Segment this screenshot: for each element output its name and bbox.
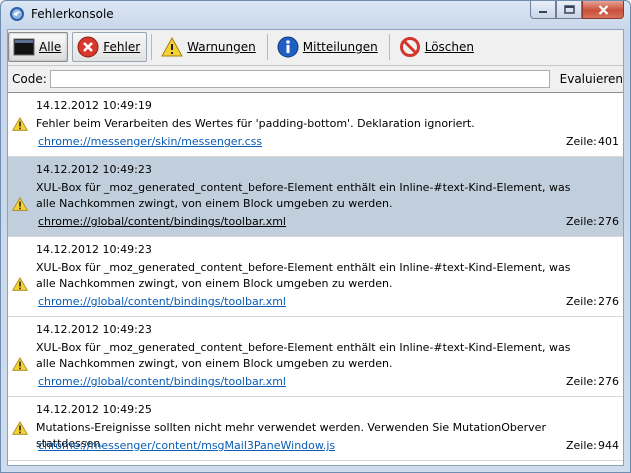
clear-label: Löschen [424,40,474,54]
entry-source-link[interactable]: chrome://messenger/skin/messenger.css [38,135,262,148]
window-title: Fehlerkonsole [31,7,114,21]
entry-line-number: 276 [598,375,619,388]
clear-button[interactable]: Löschen [394,32,481,62]
info-icon [277,36,299,58]
code-input[interactable] [49,70,550,88]
entry-timestamp: 14.12.2012 10:49:19 [36,99,152,112]
entry-line-label: Zeile: [566,375,597,388]
code-label: Code: [12,72,47,86]
all-icon [13,36,35,58]
filter-errors-label: Fehler [103,40,141,54]
restore-icon [563,5,575,14]
entry-timestamp: 14.12.2012 10:49:23 [36,243,152,256]
console-entry[interactable]: 14.12.2012 10:49:23 XUL-Box für _moz_gene… [8,157,623,237]
warning-icon [161,36,184,58]
minimize-button[interactable] [530,1,556,19]
entry-line-number: 944 [598,439,619,452]
console-entry[interactable]: 14.12.2012 10:49:19 Fehler beim Verarbeit… [8,93,623,157]
entry-source-link[interactable]: chrome://messenger/content/msgMail3PaneW… [38,439,335,452]
evaluate-button[interactable]: Evaluieren [560,72,623,86]
error-console-window: Fehlerkonsole Alle Fehler Warnungen Mitt… [0,0,631,473]
console-entry[interactable]: 14.12.2012 10:49:25 Mutations-Ereignisse … [8,397,623,461]
filter-messages-button[interactable]: Mitteilungen [272,32,385,62]
filter-all-button[interactable]: Alle [8,32,69,62]
entry-line-number: 276 [598,215,619,228]
toolbar-separator [388,34,390,60]
entry-message: XUL-Box für _moz_generated_content_befor… [36,341,571,370]
filter-warnings-button[interactable]: Warnungen [156,32,263,62]
app-icon [10,7,24,21]
entry-source-link[interactable]: chrome://global/content/bindings/toolbar… [38,375,286,388]
filter-toolbar: Alle Fehler Warnungen Mitteilungen Lösch… [8,30,623,64]
entry-line-number: 276 [598,295,619,308]
entry-timestamp: 14.12.2012 10:49:23 [36,323,152,336]
minimize-icon [539,10,547,13]
console-entry[interactable]: 14.12.2012 10:49:23 XUL-Box für _moz_gene… [8,237,623,317]
entry-line-label: Zeile: [566,439,597,452]
entry-line-label: Zeile: [566,215,597,228]
filter-errors-button[interactable]: Fehler [72,32,148,62]
entry-message: Fehler beim Verarbeiten des Wertes für '… [36,117,475,130]
maximize-button[interactable] [556,1,582,19]
close-icon [598,4,608,15]
warning-icon [12,357,28,371]
filter-all-label: Alle [39,40,62,54]
filter-messages-label: Mitteilungen [302,40,378,54]
entry-message: XUL-Box für _moz_generated_content_befor… [36,261,571,290]
entry-timestamp: 14.12.2012 10:49:23 [36,163,152,176]
filter-warnings-label: Warnungen [187,40,256,54]
console-client-area: Alle Fehler Warnungen Mitteilungen Lösch… [7,29,624,466]
entry-timestamp: 14.12.2012 10:49:25 [36,403,152,416]
warning-icon [12,277,28,291]
entry-source-link[interactable]: chrome://global/content/bindings/toolbar… [38,215,286,228]
warning-icon [12,117,28,131]
console-message-list[interactable]: 14.12.2012 10:49:19 Fehler beim Verarbeit… [8,92,623,465]
clear-icon [399,36,421,58]
entry-line-label: Zeile: [566,295,597,308]
warning-icon [12,421,28,435]
close-button[interactable] [582,1,624,19]
toolbar-separator [151,34,153,60]
console-entry[interactable]: 14.12.2012 10:49:23 XUL-Box für _moz_gene… [8,317,623,397]
error-icon [77,36,99,58]
entry-source-link[interactable]: chrome://global/content/bindings/toolbar… [38,295,286,308]
warning-icon [12,197,28,211]
entry-line-label: Zeile: [566,135,597,148]
entry-message: XUL-Box für _moz_generated_content_befor… [36,181,571,210]
entry-line-number: 401 [598,135,619,148]
toolbar-separator [266,34,268,60]
code-bar: Code: Evaluieren [8,65,623,92]
title-bar[interactable]: Fehlerkonsole [1,1,630,29]
